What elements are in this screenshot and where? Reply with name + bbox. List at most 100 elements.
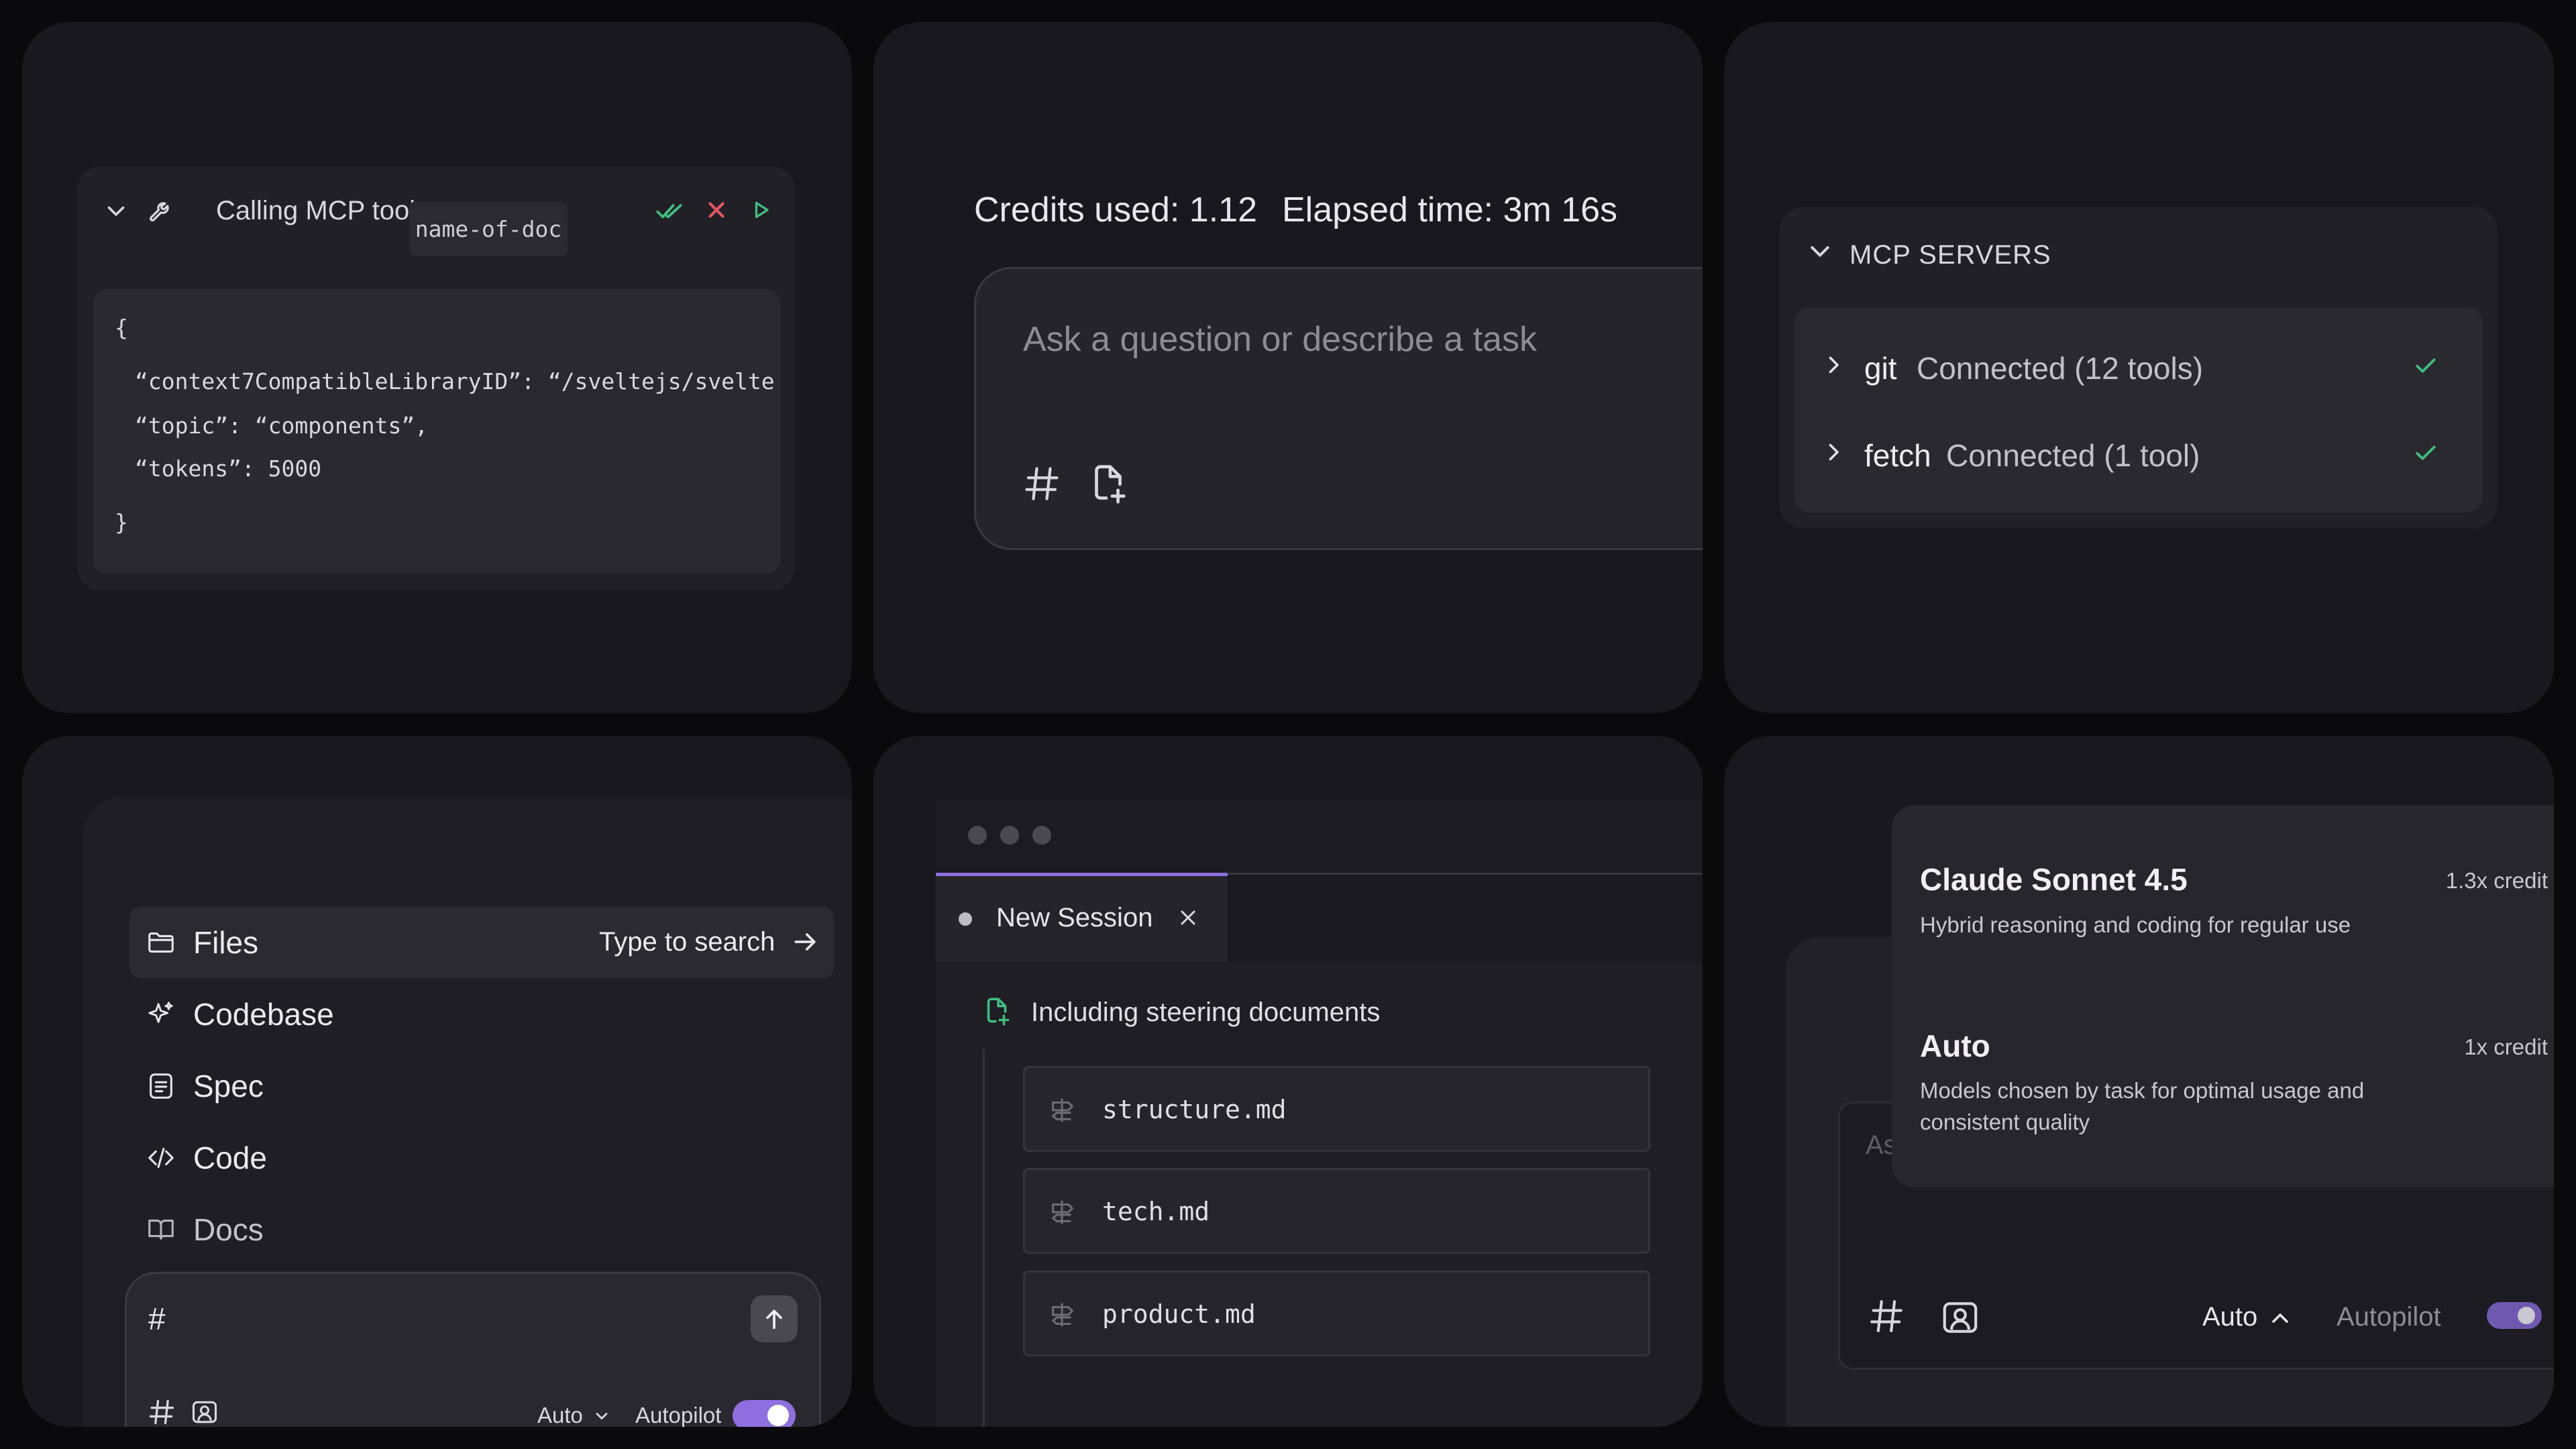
autopilot-toggle[interactable] (2487, 1302, 2542, 1329)
menu-item-label: Docs (193, 1212, 264, 1247)
chevron-down-icon[interactable] (104, 199, 128, 223)
hash-icon[interactable] (147, 1397, 176, 1427)
doc-name: product.md (1102, 1299, 1256, 1329)
autopilot-label: Autopilot (2337, 1302, 2441, 1332)
signpost-icon (1046, 1095, 1077, 1126)
code-line: } (115, 509, 128, 535)
chat-input[interactable]: # Auto Autopilot (125, 1272, 821, 1427)
model-name: Claude Sonnet 4.5 (1920, 862, 2188, 897)
input-text: # (148, 1301, 166, 1336)
mcp-servers-panel: MCP SERVERS git Connected (12 tools) fet… (1780, 207, 2498, 529)
chevron-up-icon[interactable] (2267, 1305, 2294, 1332)
mcp-servers-title: MCP SERVERS (1849, 240, 2051, 270)
toggle-knob (2518, 1307, 2535, 1324)
send-button[interactable] (751, 1295, 798, 1342)
code-line: { (115, 315, 128, 341)
elapsed-time: Elapsed time: 3m 16s (1282, 191, 1618, 229)
menu-item-codebase[interactable]: Codebase (129, 979, 834, 1050)
mcp-tool-card: Calling MCP tool name-of-doc { “context7… (22, 22, 852, 713)
doc-name: structure.md (1102, 1095, 1287, 1124)
hash-icon[interactable] (1867, 1297, 1906, 1336)
model-description: Hybrid reasoning and coding for regular … (1920, 912, 2351, 937)
context-menu-card: Files Type to search Codebase Spec Code (22, 736, 852, 1427)
model-description: Models chosen by task for optimal usage … (1920, 1078, 2365, 1134)
server-status: Connected (12 tools) (1917, 351, 2204, 386)
hash-icon[interactable] (1022, 464, 1062, 504)
code-line: “tokens”: 5000 (135, 455, 322, 482)
chevron-right-icon[interactable] (1821, 353, 1845, 377)
chat-placeholder: Ask a question or describe a task (1023, 320, 1537, 359)
context-menu-panel: Files Type to search Codebase Spec Code (83, 798, 852, 1427)
image-icon[interactable] (190, 1397, 219, 1427)
model-name: Auto (1920, 1028, 1990, 1063)
double-check-icon[interactable] (655, 197, 685, 224)
add-file-icon[interactable] (1085, 461, 1132, 508)
chevron-down-icon[interactable] (592, 1407, 611, 1426)
check-icon (2413, 440, 2438, 466)
wrench-icon (147, 196, 176, 225)
doc-name-tag: name-of-doc (409, 201, 568, 256)
menu-item-code[interactable]: Code (129, 1122, 834, 1193)
signpost-icon (1046, 1197, 1077, 1228)
close-icon[interactable] (1176, 906, 1200, 930)
menu-item-files[interactable]: Files Type to search (129, 907, 834, 978)
menu-item-label: Files (193, 925, 259, 960)
play-icon[interactable] (749, 197, 773, 223)
mcp-servers-card: MCP SERVERS git Connected (12 tools) fet… (1724, 22, 2554, 713)
model-select[interactable]: Auto (537, 1403, 583, 1427)
menu-item-label: Codebase (193, 997, 334, 1032)
session-window: New Session Including steering documents… (936, 798, 1703, 1427)
check-icon (2413, 353, 2438, 378)
chevron-down-icon[interactable] (1807, 237, 1833, 264)
chat-input[interactable]: Ask a question or describe a task (974, 267, 1703, 550)
autopilot-label: Autopilot (635, 1403, 722, 1427)
server-name: git (1864, 351, 1897, 386)
close-icon[interactable] (704, 197, 729, 223)
code-line: “context7CompatibleLibraryID”: “/sveltej… (135, 368, 775, 394)
folder-icon (146, 927, 176, 958)
doc-item[interactable]: structure.md (1023, 1066, 1650, 1152)
model-popover: Claude Sonnet 4.5 1.3x credit Hybrid rea… (1892, 805, 2554, 1187)
autopilot-toggle[interactable] (733, 1400, 796, 1427)
mcp-tool-panel: Calling MCP tool name-of-doc { “context7… (77, 166, 795, 590)
model-select[interactable]: Auto (2202, 1302, 2257, 1332)
window-dot[interactable] (1000, 826, 1019, 845)
book-icon (146, 1214, 176, 1245)
model-credit: 1x credit (2464, 1034, 2548, 1059)
code-icon (146, 1142, 176, 1173)
menu-item-docs[interactable]: Docs (129, 1194, 834, 1265)
window-dot[interactable] (1032, 826, 1051, 845)
tree-guide (983, 1049, 985, 1427)
search-hint: Type to search (599, 927, 775, 957)
code-block: { “context7CompatibleLibraryID”: “/svelt… (93, 289, 780, 574)
tab-new-session[interactable]: New Session (936, 873, 1228, 962)
session-stats-card: Credits used: 1.12 Elapsed time: 3m 16s … (873, 22, 1703, 713)
model-option-sonnet[interactable]: Claude Sonnet 4.5 1.3x credit Hybrid rea… (1892, 805, 2554, 973)
chevron-right-icon[interactable] (1821, 440, 1845, 464)
window-titlebar (936, 798, 1703, 873)
doc-item[interactable]: tech.md (1023, 1168, 1650, 1254)
arrow-up-icon (766, 1309, 782, 1330)
model-option-auto[interactable]: Auto 1x credit Models chosen by task for… (1892, 986, 2554, 1181)
menu-item-label: Spec (193, 1069, 264, 1104)
menu-item-spec[interactable]: Spec (129, 1051, 834, 1122)
server-row-fetch[interactable]: fetch Connected (1 tool) (1794, 421, 2483, 495)
tab-label: New Session (996, 903, 1153, 932)
arrow-right-icon[interactable] (791, 927, 820, 957)
session-window-card: New Session Including steering documents… (873, 736, 1703, 1427)
tab-status-dot (959, 912, 972, 926)
doc-item[interactable]: product.md (1023, 1271, 1650, 1356)
mcp-tool-title: Calling MCP tool (216, 196, 416, 225)
doc-name: tech.md (1102, 1197, 1210, 1226)
mcp-server-list: git Connected (12 tools) fetch Connected… (1794, 307, 2483, 513)
server-name: fetch (1864, 438, 1931, 473)
mcp-tool-header: Calling MCP tool name-of-doc (77, 166, 795, 256)
toggle-knob (767, 1405, 789, 1426)
credits-used: Credits used: 1.12 (974, 191, 1258, 229)
menu-item-label: Code (193, 1140, 267, 1175)
server-row-git[interactable]: git Connected (12 tools) (1794, 334, 2483, 408)
window-dot[interactable] (968, 826, 987, 845)
image-icon[interactable] (1939, 1297, 1981, 1338)
server-status: Connected (1 tool) (1946, 438, 2200, 473)
signpost-icon (1046, 1299, 1077, 1330)
